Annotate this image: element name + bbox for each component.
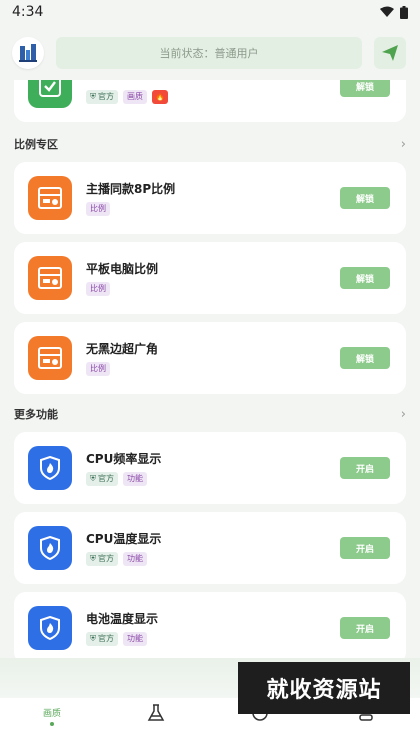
item-title: 平板电脑比例 xyxy=(86,262,159,276)
check-tile xyxy=(28,80,72,108)
logo-icon xyxy=(19,44,37,62)
send-icon xyxy=(382,45,398,61)
tag-function: 功能 xyxy=(123,472,147,486)
list-item[interactable]: 无黑边超广角 比例 解锁 xyxy=(14,322,406,394)
item-tags: ⛨ 官方 功能 xyxy=(86,472,147,486)
ratio-tile xyxy=(28,336,72,380)
list-item[interactable]: 主播同款8P比例 比例 解锁 xyxy=(14,162,406,234)
unlock-button[interactable]: 解锁 xyxy=(340,267,390,289)
check-icon xyxy=(39,80,61,97)
unlock-button[interactable]: 解锁 xyxy=(340,80,390,97)
user-status-bar: 当前状态：普通用户 xyxy=(56,37,362,69)
tag-ratio: 比例 xyxy=(86,362,110,376)
list-item[interactable]: CPU频率显示 ⛨ 官方 功能 开启 xyxy=(14,432,406,504)
enable-button[interactable]: 开启 xyxy=(340,617,390,639)
top-partial-card[interactable]: ⛨ 官方 画质 🔥 解锁 xyxy=(14,80,406,122)
item-title: 电池温度显示 xyxy=(86,612,159,626)
list-item[interactable]: 平板电脑比例 比例 解锁 xyxy=(14,242,406,314)
item-tags: 比例 xyxy=(86,362,110,376)
official-badge-icon: ⛨ xyxy=(90,554,96,563)
shield-flame-icon xyxy=(40,536,60,560)
chevron-right-icon: › xyxy=(400,406,406,422)
tag-function: 功能 xyxy=(123,552,147,566)
official-badge-icon: ⛨ xyxy=(90,474,96,483)
send-button[interactable] xyxy=(374,37,406,69)
flask-icon xyxy=(147,704,165,721)
tag-function: 功能 xyxy=(123,632,147,646)
status-icons xyxy=(380,5,408,19)
section-title: 更多功能 xyxy=(14,408,58,421)
card-tags: ⛨ 官方 画质 🔥 xyxy=(86,90,168,104)
item-title: 无黑边超广角 xyxy=(86,342,159,356)
ratio-icon xyxy=(38,347,62,369)
enable-button[interactable]: 开启 xyxy=(340,537,390,559)
tag-official: ⛨ 官方 xyxy=(86,552,118,566)
enable-button[interactable]: 开启 xyxy=(340,457,390,479)
tag-ratio: 比例 xyxy=(86,282,110,296)
tag-official: ⛨ 官方 xyxy=(86,90,118,104)
section-header-ratio[interactable]: 比例专区 › xyxy=(14,134,406,154)
user-status-text: 当前状态：普通用户 xyxy=(159,47,259,60)
ratio-icon xyxy=(38,267,62,289)
status-bar: 4:34 xyxy=(0,0,420,24)
app-header: 当前状态：普通用户 xyxy=(0,28,420,80)
section-title: 比例专区 xyxy=(14,138,58,151)
unlock-button[interactable]: 解锁 xyxy=(340,187,390,209)
ratio-icon xyxy=(38,187,62,209)
tag-ratio: 比例 xyxy=(86,202,110,216)
shield-flame-icon xyxy=(40,616,60,640)
official-badge-icon: ⛨ xyxy=(90,634,96,643)
item-title: CPU频率显示 xyxy=(86,452,162,466)
shield-flame-icon xyxy=(40,456,60,480)
feature-tile xyxy=(28,446,72,490)
section-header-more[interactable]: 更多功能 › xyxy=(14,404,406,424)
ratio-tile xyxy=(28,256,72,300)
tab-lab[interactable] xyxy=(126,704,186,742)
main-content[interactable]: ⛨ 官方 画质 🔥 解锁 比例专区 › 主播同款8P比例 比例 解锁 平板电脑比… xyxy=(0,80,420,690)
feature-tile xyxy=(28,606,72,650)
status-time: 4:34 xyxy=(12,4,44,20)
unlock-button[interactable]: 解锁 xyxy=(340,347,390,369)
tab-quality[interactable]: 画质 xyxy=(22,704,82,742)
item-tags: ⛨ 官方 功能 xyxy=(86,632,147,646)
feature-tile xyxy=(28,526,72,570)
fire-icon: 🔥 xyxy=(152,90,168,104)
active-indicator xyxy=(50,722,54,726)
tab-label: 画质 xyxy=(42,709,61,719)
item-title: CPU温度显示 xyxy=(86,532,162,546)
wifi-icon xyxy=(380,6,394,17)
item-tags: ⛨ 官方 功能 xyxy=(86,552,147,566)
tag-official: ⛨ 官方 xyxy=(86,632,118,646)
list-item[interactable]: CPU温度显示 ⛨ 官方 功能 开启 xyxy=(14,512,406,584)
battery-icon xyxy=(400,5,408,19)
tag-official: ⛨ 官方 xyxy=(86,472,118,486)
item-tags: 比例 xyxy=(86,202,110,216)
list-item[interactable]: 电池温度显示 ⛨ 官方 功能 开启 xyxy=(14,592,406,664)
chevron-right-icon: › xyxy=(400,136,406,152)
item-title: 主播同款8P比例 xyxy=(86,182,176,196)
ratio-tile xyxy=(28,176,72,220)
tag-quality: 画质 xyxy=(123,90,147,104)
item-tags: 比例 xyxy=(86,282,110,296)
watermark: 就收资源站 xyxy=(238,662,410,714)
official-badge-icon: ⛨ xyxy=(90,92,96,101)
app-logo[interactable] xyxy=(12,37,44,69)
